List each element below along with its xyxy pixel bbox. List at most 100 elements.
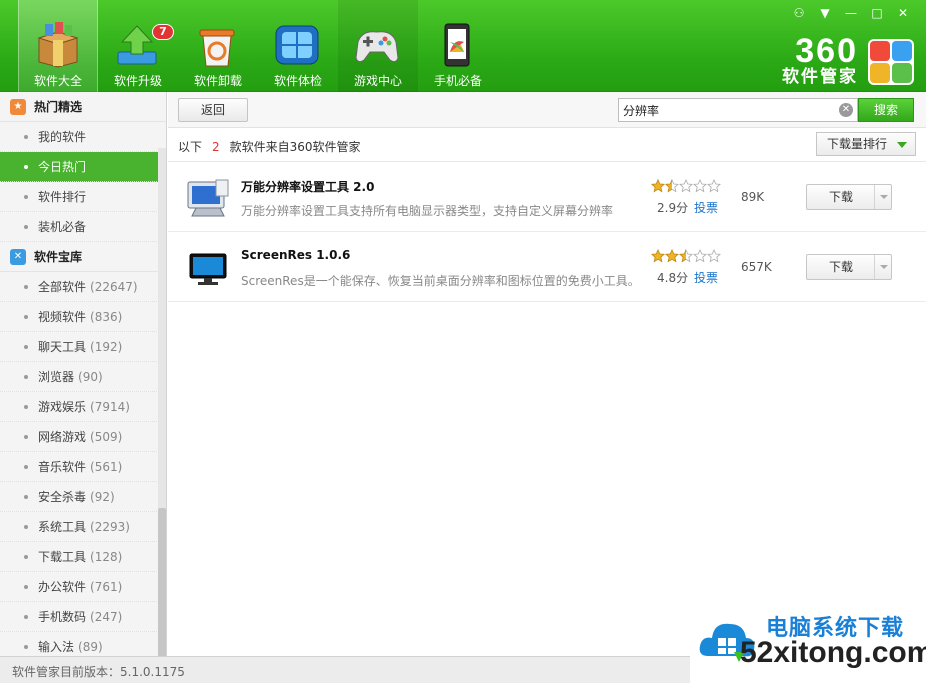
gamepad-icon	[355, 31, 399, 63]
star-icon	[665, 179, 679, 193]
sidebar-item-games[interactable]: 游戏娱乐 (7914)	[0, 392, 159, 422]
search-input[interactable]	[623, 101, 833, 119]
results-prefix: 以下	[178, 140, 203, 154]
item-label: 安全杀毒	[38, 490, 87, 504]
maximize-button[interactable]: □	[866, 4, 888, 22]
rating-score: 4.8分	[657, 271, 689, 285]
bullet-icon	[24, 314, 28, 319]
item-label: 软件排行	[38, 190, 87, 204]
search-button[interactable]: 搜索	[858, 98, 914, 122]
tab-software-uninstall[interactable]: 软件卸载	[178, 0, 258, 92]
item-label: 装机必备	[38, 220, 87, 234]
download-options-chevron-icon[interactable]	[874, 185, 891, 209]
software-row[interactable]: 万能分辨率设置工具 2.0 万能分辨率设置工具支持所有电脑显示器类型，支持自定义…	[168, 162, 926, 232]
item-count: (561)	[90, 459, 123, 474]
sidebar-item-music[interactable]: 音乐软件 (561)	[0, 452, 159, 482]
item-count: (7914)	[90, 399, 130, 414]
tab-label: 手机必备	[433, 74, 482, 88]
sidebar-item-essentials[interactable]: 装机必备	[0, 212, 159, 242]
star-icon	[651, 179, 665, 193]
star-icon	[651, 249, 665, 263]
sidebar-item-online-games[interactable]: 网络游戏 (509)	[0, 422, 159, 452]
skin-icon[interactable]: ⚇	[788, 4, 810, 22]
file-size: 89K	[741, 190, 765, 204]
sidebar-item-office[interactable]: 办公软件 (761)	[0, 572, 159, 602]
star-icon	[693, 249, 707, 263]
tab-software-all[interactable]: 软件大全	[18, 0, 98, 92]
sidebar-item-mobile-digital[interactable]: 手机数码 (247)	[0, 602, 159, 632]
brand-logo-icon	[868, 39, 914, 85]
item-count: (509)	[90, 429, 123, 444]
tab-software-checkup[interactable]: 软件体检	[258, 0, 338, 92]
sort-dropdown[interactable]: 下载量排行	[816, 132, 916, 156]
bullet-icon	[24, 224, 28, 229]
sidebar-item-browser[interactable]: 浏览器 (90)	[0, 362, 159, 392]
sidebar-item-download-tools[interactable]: 下载工具 (128)	[0, 542, 159, 572]
item-count: (89)	[78, 639, 103, 654]
item-label: 手机数码	[38, 610, 87, 624]
item-count: (90)	[78, 369, 103, 384]
bullet-icon	[24, 584, 28, 589]
star-icon	[665, 249, 679, 263]
sidebar-item-all[interactable]: 全部软件 (22647)	[0, 272, 159, 302]
sidebar-item-security[interactable]: 安全杀毒 (92)	[0, 482, 159, 512]
results-summary: 以下 2 款软件来自360软件管家	[178, 138, 361, 155]
main-content: 返回 ✕ 搜索 以下 2 款软件来自360软件管家 下载量排行 万能分辨率设置工具 …	[168, 92, 926, 656]
bullet-icon	[24, 554, 28, 559]
software-name[interactable]: 万能分辨率设置工具 2.0	[241, 178, 374, 195]
back-button[interactable]: 返回	[178, 98, 248, 122]
results-count: 2	[212, 140, 220, 154]
tab-software-upgrade[interactable]: 7 软件升级	[98, 0, 178, 92]
search-box: ✕	[618, 98, 858, 122]
monitor-check-icon	[275, 25, 319, 65]
brand-number: 360	[795, 32, 858, 70]
item-label: 网络游戏	[38, 430, 87, 444]
top-bar: 软件大全 7 软件升级 软件卸载 软件体检 游戏中心 手机必备 ⚇ ▼ — □ …	[0, 0, 926, 92]
bullet-icon	[24, 494, 28, 499]
software-row[interactable]: ScreenRes 1.0.6 ScreenRes是一个能保存、恢复当前桌面分辨…	[168, 232, 926, 302]
section-title: 热门精选	[34, 100, 83, 114]
version-text: 软件管家目前版本：5.1.0.1175	[12, 665, 185, 679]
vote-link[interactable]: 投票	[694, 199, 718, 216]
sidebar-item-ranking[interactable]: 软件排行	[0, 182, 159, 212]
close-button[interactable]: ✕	[892, 4, 914, 22]
file-size: 657K	[741, 260, 772, 274]
download-button[interactable]: 下载	[807, 185, 875, 209]
chevron-down-icon	[897, 142, 907, 148]
vote-link[interactable]: 投票	[694, 269, 718, 286]
clear-search-icon[interactable]: ✕	[839, 103, 853, 117]
sidebar-item-system-tools[interactable]: 系统工具 (2293)	[0, 512, 159, 542]
item-label: 浏览器	[38, 370, 75, 384]
sidebar-scrollbar[interactable]	[158, 148, 166, 656]
item-label: 系统工具	[38, 520, 87, 534]
sidebar-item-today-hot[interactable]: 今日热门	[0, 152, 159, 182]
software-name[interactable]: ScreenRes 1.0.6	[241, 248, 350, 262]
item-count: (761)	[90, 579, 123, 594]
download-options-chevron-icon[interactable]	[874, 255, 891, 279]
software-description: ScreenRes是一个能保存、恢复当前桌面分辨率和图标位置的免费小工具。	[241, 274, 640, 288]
tab-game-center[interactable]: 游戏中心	[338, 0, 418, 92]
sidebar-item-video[interactable]: 视频软件 (836)	[0, 302, 159, 332]
item-label: 下载工具	[38, 550, 87, 564]
tab-label: 软件升级	[113, 74, 162, 88]
download-button[interactable]: 下载	[807, 255, 875, 279]
menu-dropdown-icon[interactable]: ▼	[814, 4, 836, 22]
sidebar-section-library[interactable]: ✕ 软件宝库	[0, 242, 166, 272]
sidebar-item-chat[interactable]: 聊天工具 (192)	[0, 332, 159, 362]
item-count: (192)	[90, 339, 123, 354]
brand-name: 软件管家	[782, 67, 858, 87]
item-label: 视频软件	[38, 310, 87, 324]
item-label: 音乐软件	[38, 460, 87, 474]
sidebar-scrollbar-thumb[interactable]	[158, 508, 166, 656]
brand: 360 软件管家	[782, 32, 914, 88]
bullet-icon	[24, 614, 28, 619]
sidebar-item-my-software[interactable]: 我的软件	[0, 122, 159, 152]
minimize-button[interactable]: —	[840, 4, 862, 22]
sidebar-section-hot[interactable]: ★ 热门精选	[0, 92, 166, 122]
tab-mobile-essentials[interactable]: 手机必备	[418, 0, 498, 92]
sidebar-item-input-method[interactable]: 输入法 (89)	[0, 632, 159, 656]
star-rating	[651, 249, 721, 263]
section-title: 软件宝库	[34, 250, 83, 264]
results-suffix: 款软件来自360软件管家	[229, 140, 361, 154]
window-controls: ⚇ ▼ — □ ✕	[788, 4, 914, 22]
